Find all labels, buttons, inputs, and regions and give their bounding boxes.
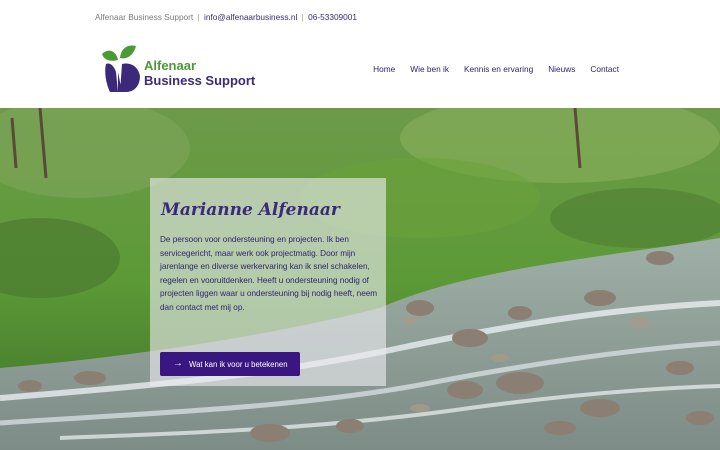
logo-line-2: Business Support <box>144 73 256 88</box>
separator: | <box>197 12 200 22</box>
site-header: Alfenaar Business Support Home Wie ben i… <box>0 28 720 108</box>
company-name-text: Alfenaar Business Support <box>95 12 194 22</box>
nav-item-home[interactable]: Home <box>373 64 395 74</box>
arrow-right-icon: → <box>173 358 183 369</box>
nav-item-wie-ben-ik[interactable]: Wie ben ik <box>410 64 449 74</box>
cta-button-label: Wat kan ik voor u betekenen <box>189 359 288 369</box>
hero-section: Marianne Alfenaar De persoon voor onders… <box>0 108 720 450</box>
cta-button[interactable]: → Wat kan ik voor u betekenen <box>160 352 300 376</box>
logo-leaves-icon <box>102 45 140 92</box>
hero-title: Marianne Alfenaar <box>161 200 340 220</box>
nav-item-nieuws[interactable]: Nieuws <box>548 64 575 74</box>
hero-description: De persoon voor ondersteuning en project… <box>160 235 378 312</box>
email-link[interactable]: info@alfenaarbusiness.nl <box>204 12 297 22</box>
top-contact-bar: Alfenaar Business Support | info@alfenaa… <box>95 10 357 24</box>
separator: | <box>301 12 304 22</box>
nav-item-kennis-en-ervaring[interactable]: Kennis en ervaring <box>464 64 533 74</box>
site-logo[interactable]: Alfenaar Business Support <box>100 42 260 94</box>
logo-line-1: Alfenaar <box>144 58 197 73</box>
nav-item-contact[interactable]: Contact <box>590 64 619 74</box>
intro-card: Marianne Alfenaar De persoon voor onders… <box>150 178 386 386</box>
logo-wordmark: Alfenaar Business Support <box>144 58 255 88</box>
main-navigation: Home Wie ben ik Kennis en ervaring Nieuw… <box>373 64 619 74</box>
phone-link[interactable]: 06-53309001 <box>308 12 357 22</box>
